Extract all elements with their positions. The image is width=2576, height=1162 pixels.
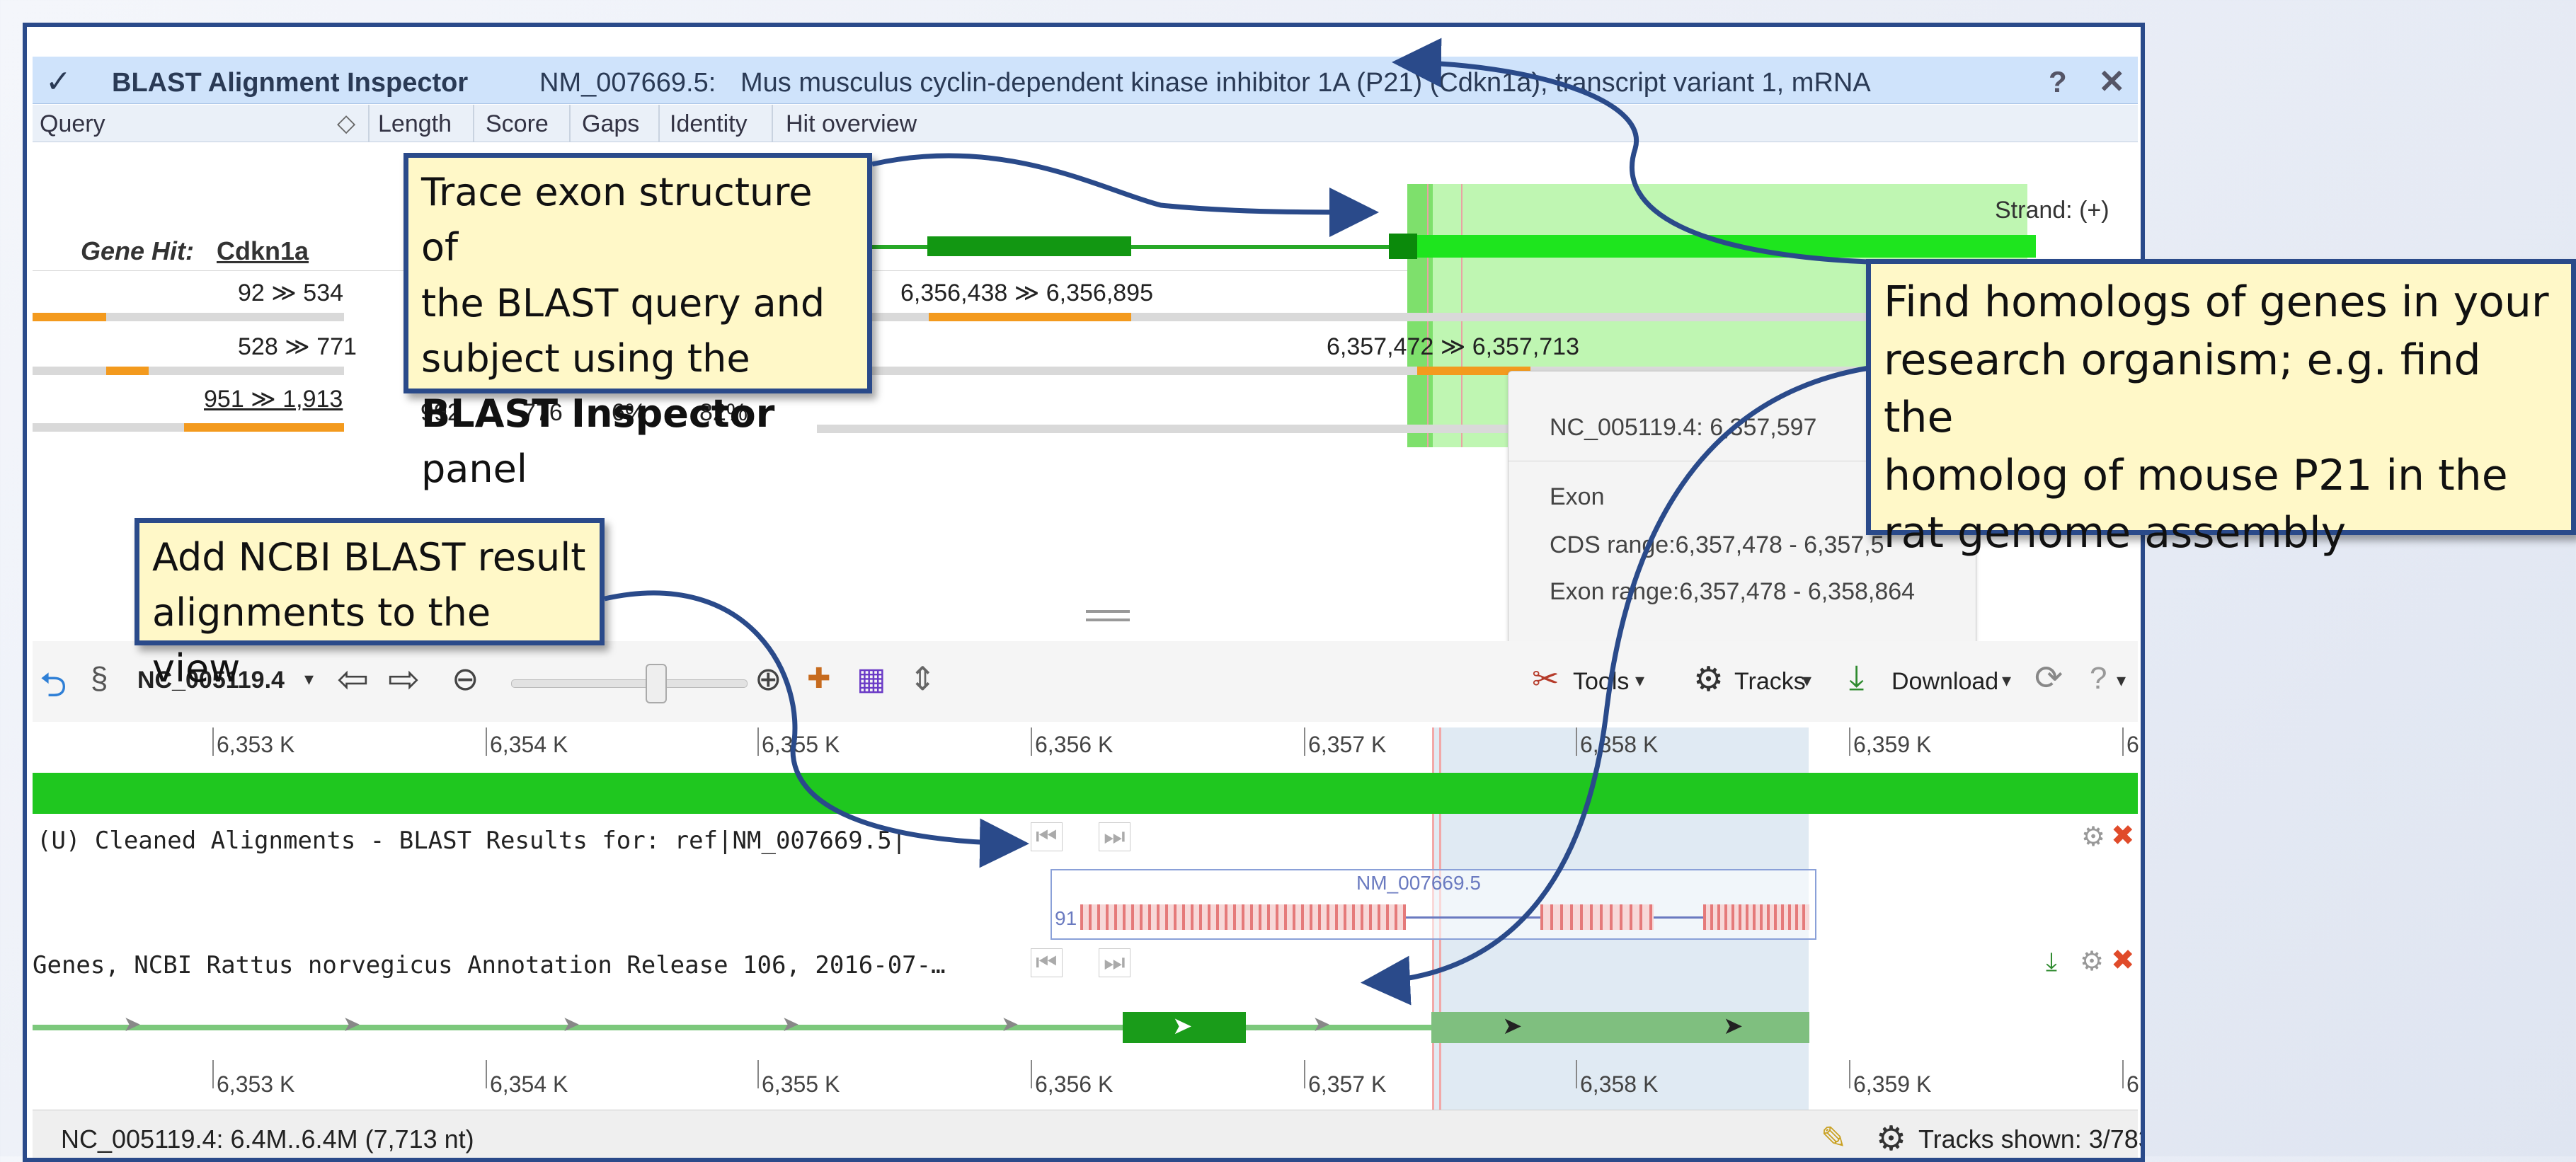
arrow-to-blast-track [604,590,1029,868]
callout-arrows [604,38,1870,1006]
arrow-to-gene-model [871,153,1379,237]
arrow-to-genes-track [1361,365,1870,1006]
arrow-to-title [1392,38,1870,265]
